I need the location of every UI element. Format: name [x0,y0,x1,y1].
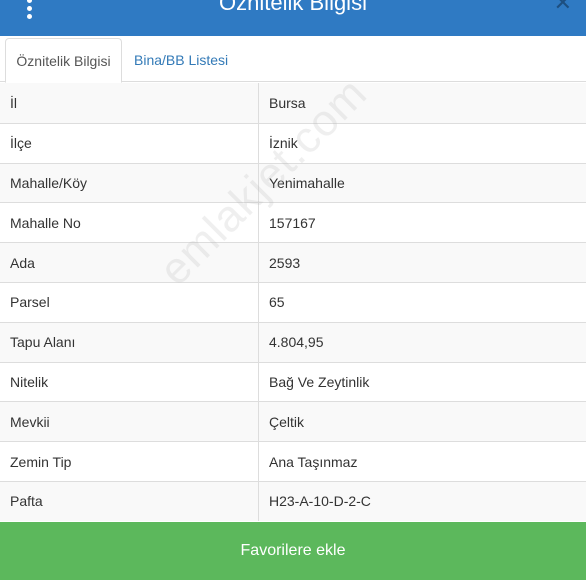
row-label: Pafta [0,481,259,521]
table-row: Parsel 65 [0,281,586,322]
row-label: İlçe [0,123,259,163]
table-row: Mahalle No 157167 [0,202,586,243]
row-label: Nitelik [0,362,259,402]
row-label: Ada [0,243,259,282]
row-value: İznik [269,135,298,152]
row-value: Yenimahalle [269,174,345,191]
tab-building-list[interactable]: Bina/BB Listesi [124,38,238,83]
panel-header: Öznitelik Bilgisi ✕ [0,0,586,36]
row-label: Tapu Alanı [0,322,259,362]
row-label: Parsel [0,282,259,322]
table-row: İl Bursa [0,83,586,123]
row-value: 2593 [269,254,301,271]
row-value: 65 [269,294,285,311]
attribute-info-panel: Öznitelik Bilgisi ✕ Öznitelik Bilgisi Bi… [0,0,586,580]
tab-bar: Öznitelik Bilgisi Bina/BB Listesi [0,36,586,83]
row-label: Mevkii [0,402,259,442]
tab-attribute-info[interactable]: Öznitelik Bilgisi [5,38,122,83]
add-to-favorites-button[interactable]: Favorilere ekle [0,522,586,580]
row-value: Bağ Ve Zeytinlik [269,373,370,390]
table-row: Nitelik Bağ Ve Zeytinlik [0,361,586,402]
row-value: 157167 [269,214,316,231]
table-row: Mevkii Çeltik [0,401,586,442]
table-row: Pafta H23-A-10-D-2-C [0,480,586,521]
panel-title: Öznitelik Bilgisi [219,0,367,15]
row-value: 4.804,95 [269,334,324,351]
row-value: Çeltik [269,413,305,430]
row-label: Mahalle No [0,203,259,243]
table-row: Mahalle/Köy Yenimahalle [0,162,586,203]
row-label: Zemin Tip [0,442,259,481]
table-row: Ada 2593 [0,242,586,282]
row-value: Ana Taşınmaz [269,453,358,470]
table-row: Tapu Alanı 4.804,95 [0,321,586,362]
close-icon[interactable]: ✕ [554,0,572,14]
row-label: İl [0,83,259,123]
row-label: Mahalle/Köy [0,163,259,203]
table-row: Zemin Tip Ana Taşınmaz [0,441,586,481]
row-value: Bursa [269,94,306,111]
row-value: H23-A-10-D-2-C [269,493,371,510]
attribute-table: İl Bursa İlçe İznik Mahalle/Köy Yenimaha… [0,83,586,521]
table-row: İlçe İznik [0,122,586,163]
